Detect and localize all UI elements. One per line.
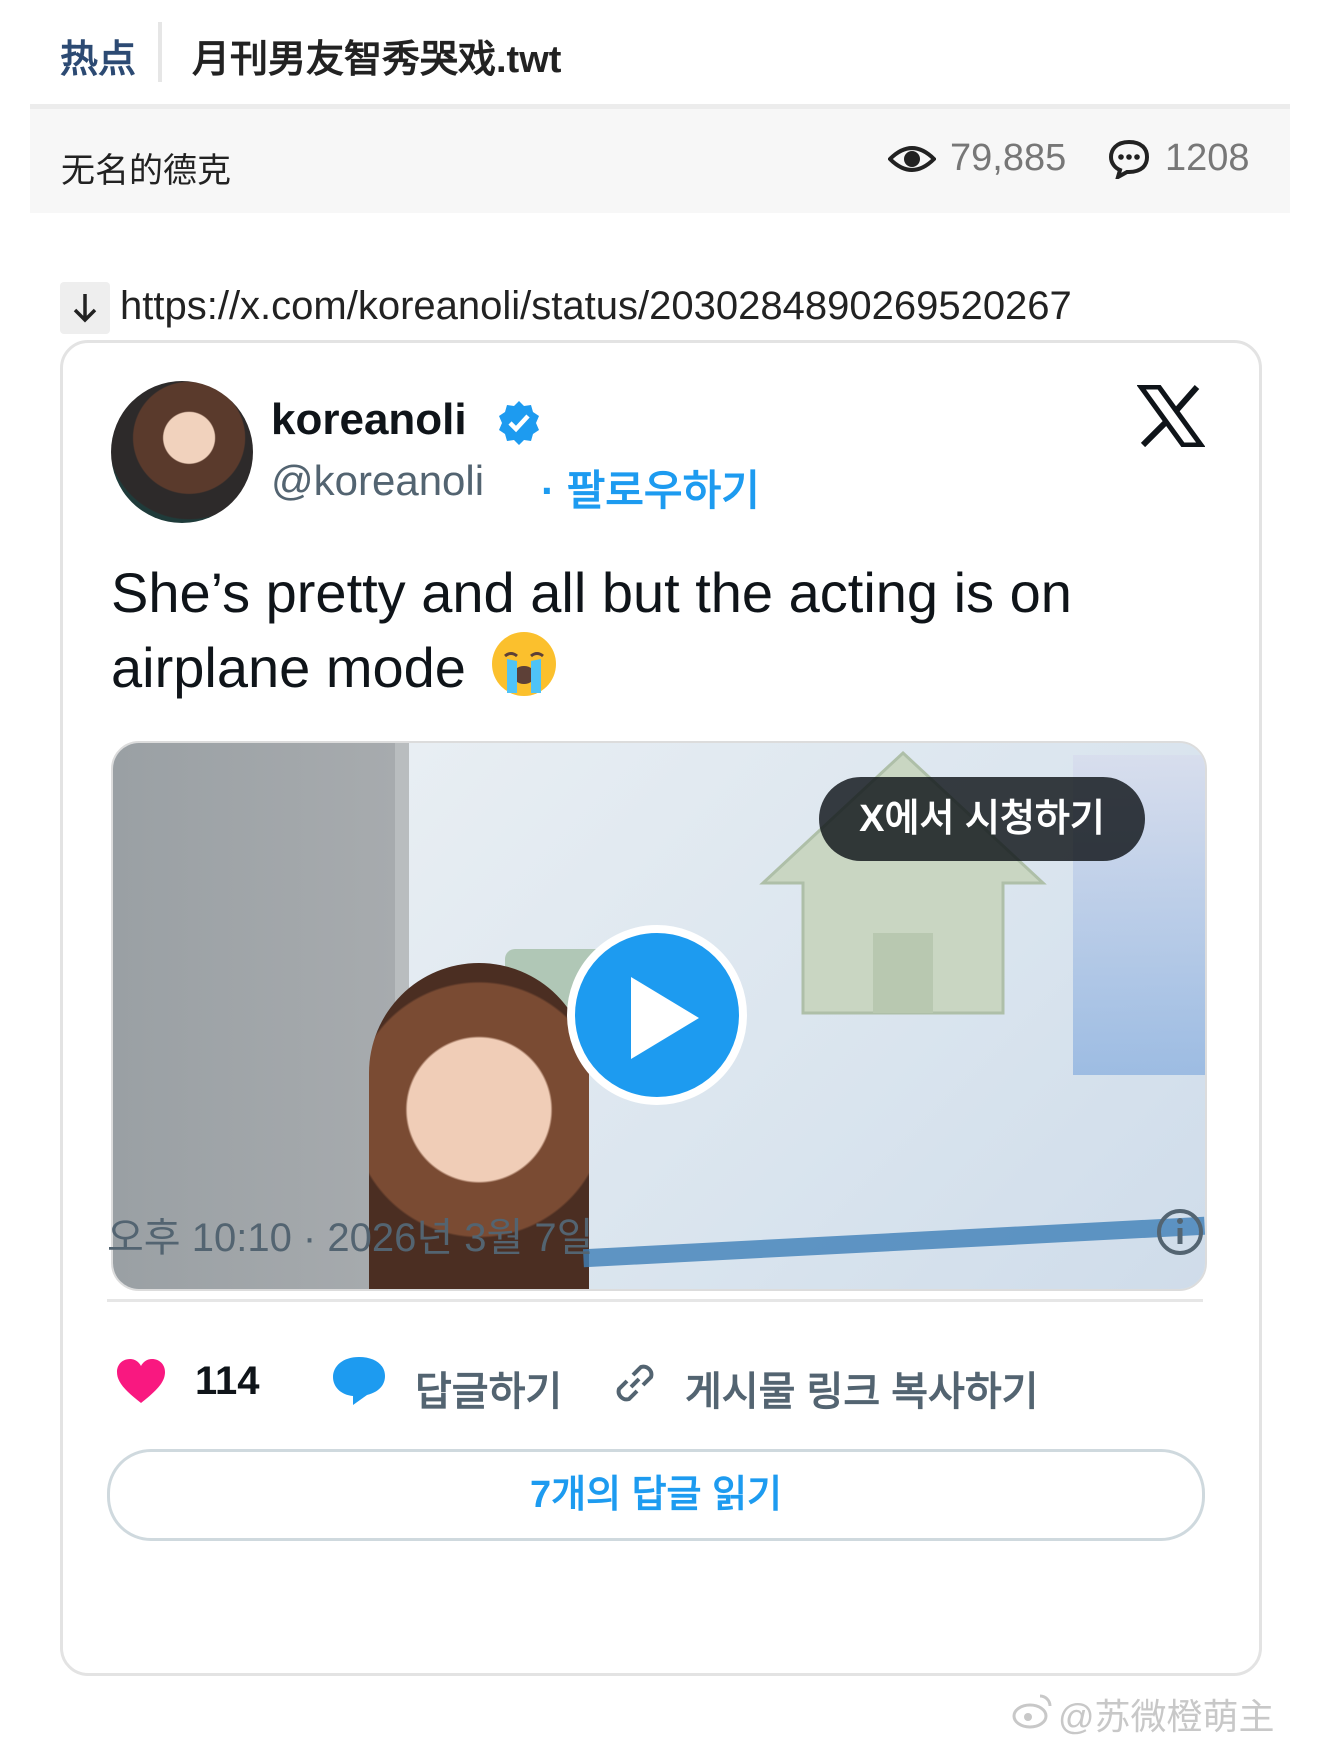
tweet-timestamp[interactable]: 오후 10:10 · 2026년 3월 7일 [107, 1205, 593, 1263]
header-divider [158, 22, 162, 82]
eye-icon [888, 146, 936, 172]
user-handle[interactable]: @koreanoli [271, 457, 484, 505]
copy-link-button[interactable]: 게시물 링크 복사하기 [685, 1359, 1038, 1417]
post-title: 月刊男友智秀哭戏.twt [192, 39, 562, 81]
reply-bubble-icon[interactable] [331, 1355, 387, 1407]
play-icon [631, 977, 699, 1059]
like-count[interactable]: 114 [195, 1359, 260, 1404]
reply-button[interactable]: 답글하기 [415, 1359, 562, 1417]
avatar[interactable] [111, 381, 253, 523]
topic-tag[interactable]: 热点 [60, 28, 136, 83]
info-icon[interactable] [1155, 1207, 1205, 1257]
tweet-text: She’s pretty and all but the acting is o… [111, 557, 1221, 704]
tweet-link[interactable]: https://x.com/koreanoli/status/203028489… [120, 284, 1072, 329]
comment-count: 1208 [1165, 137, 1250, 179]
author-name[interactable]: 无名的德克 [61, 143, 231, 192]
play-button[interactable] [567, 925, 747, 1105]
watch-on-x-button[interactable]: X에서 시청하기 [819, 777, 1145, 861]
tweet-embed-card: koreanoli @koreanoli · 팔로우하기 She’s prett… [60, 340, 1262, 1676]
comment-bubble-icon [1108, 139, 1150, 179]
weibo-icon [1012, 1694, 1052, 1729]
tweet-body: She’s pretty and all but the acting is o… [111, 561, 1072, 699]
download-arrow-icon[interactable] [60, 282, 110, 334]
verified-badge-icon [499, 401, 539, 445]
read-replies-button[interactable]: 7개의 답글 읽기 [107, 1449, 1205, 1541]
follow-button[interactable]: · 팔로우하기 [541, 457, 760, 518]
watermark: @苏微橙萌主 [1058, 1696, 1275, 1737]
card-divider [107, 1299, 1203, 1302]
display-name[interactable]: koreanoli [271, 395, 467, 445]
link-icon[interactable] [609, 1357, 661, 1409]
heart-icon[interactable] [115, 1357, 167, 1405]
topic-header: 热点 月刊男友智秀哭戏.twt [30, 0, 1290, 109]
x-logo-icon[interactable] [1137, 385, 1205, 447]
post-meta-bar: 无名的德克 79,885 1208 [30, 109, 1290, 213]
crying-emoji-icon [492, 632, 557, 696]
view-count: 79,885 [950, 137, 1067, 179]
